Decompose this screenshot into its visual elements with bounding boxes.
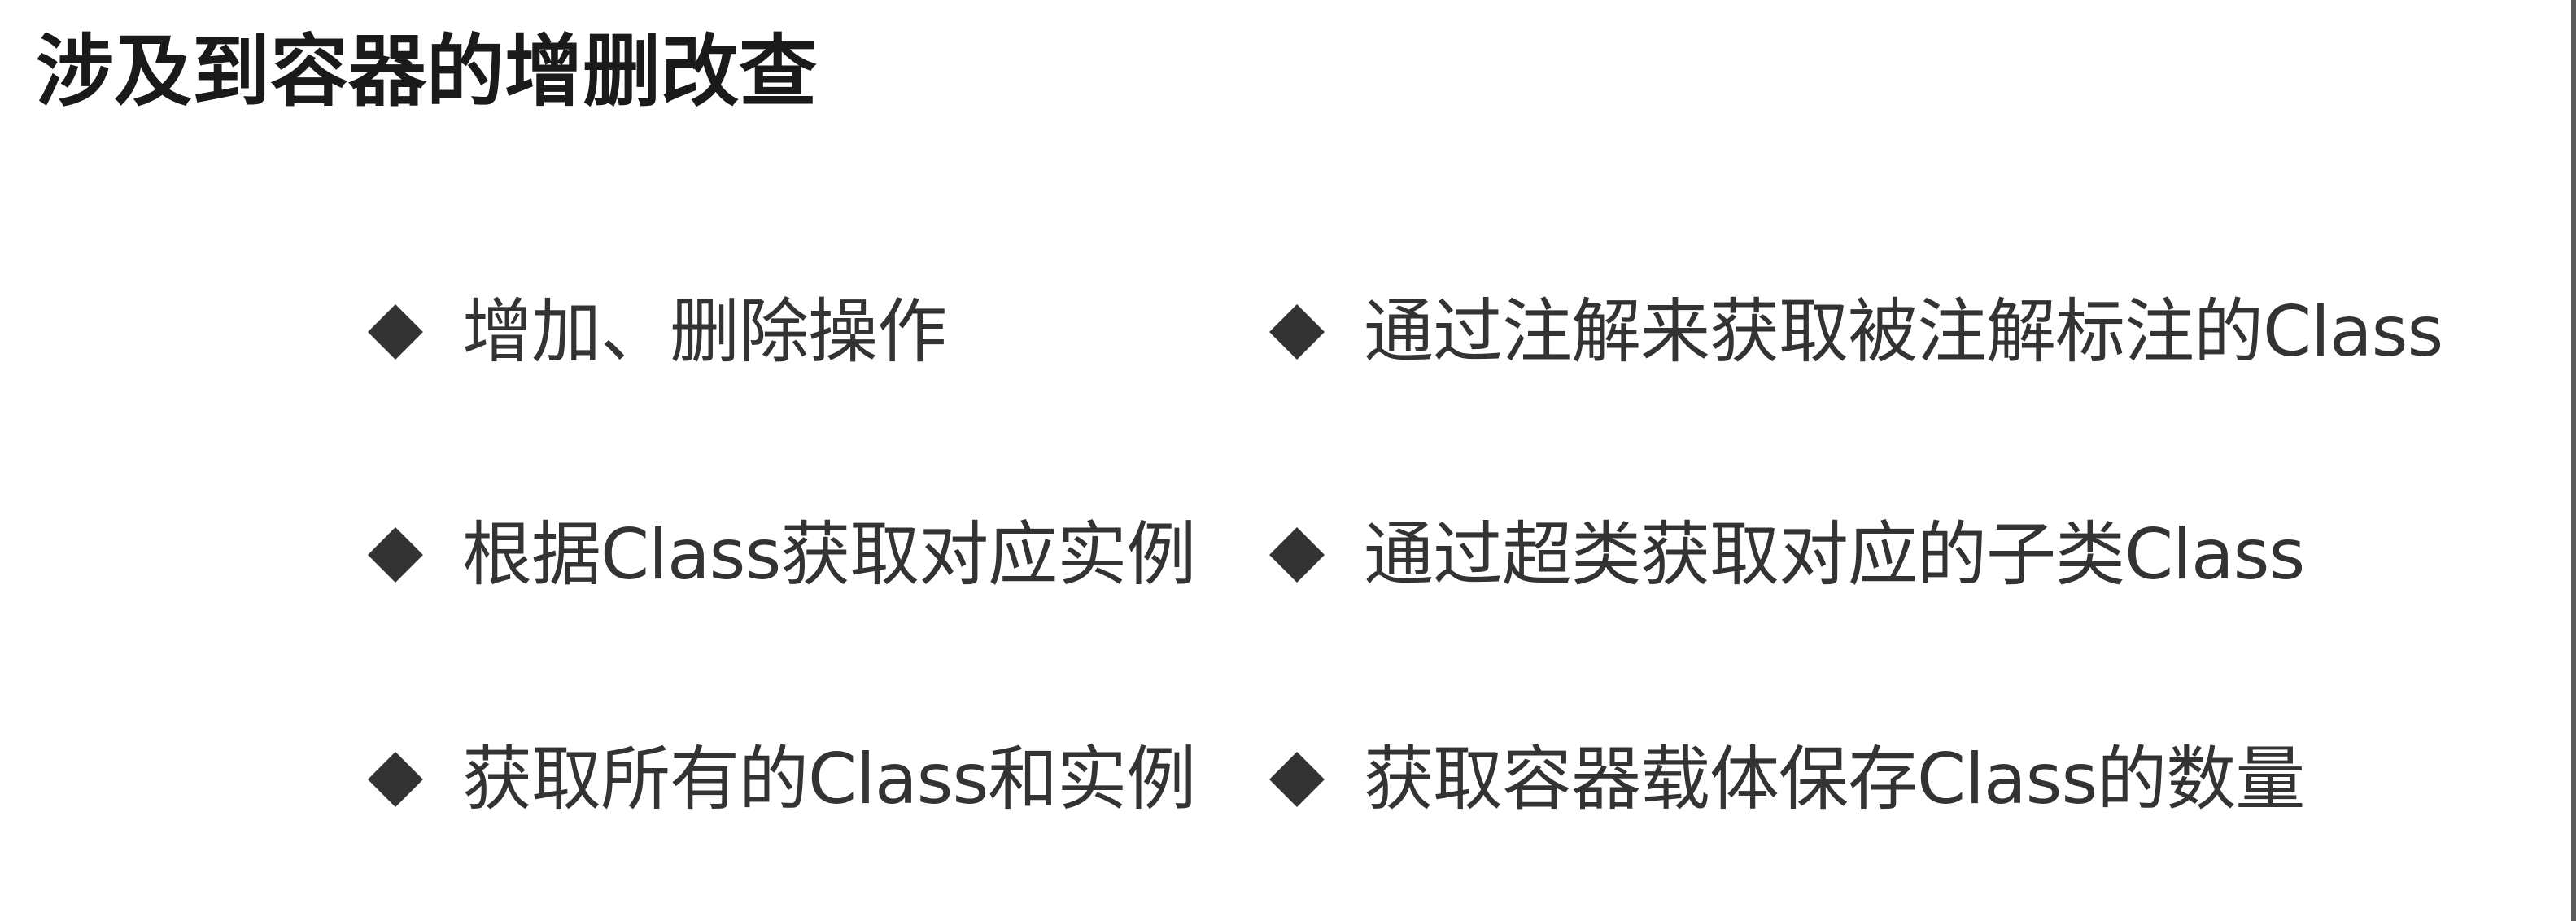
bullet-item: 获取所有的Class和实例 — [365, 731, 1196, 828]
bullet-text: 通过注解来获取被注解标注的Class — [1364, 291, 2443, 373]
bullet-text: 增加、删除操作 — [462, 291, 947, 373]
diamond-bullet-icon — [1269, 752, 1325, 807]
bullet-text: 根据Class获取对应实例 — [462, 514, 1196, 596]
bullet-item: 获取容器载体保存Class的数量 — [1266, 731, 2305, 828]
diamond-bullet-icon — [368, 752, 423, 807]
bullet-list: 增加、删除操作 根据Class获取对应实例 获取所有的Class和实例 通过注解… — [0, 0, 2576, 921]
right-edge-divider — [2571, 0, 2576, 921]
bullet-item: 通过超类获取对应的子类Class — [1266, 506, 2305, 604]
bullet-text: 通过超类获取对应的子类Class — [1364, 514, 2305, 596]
bullet-text: 获取容器载体保存Class的数量 — [1364, 739, 2305, 820]
bullet-item: 通过注解来获取被注解标注的Class — [1266, 283, 2443, 381]
diamond-bullet-icon — [1269, 527, 1325, 583]
bullet-text: 获取所有的Class和实例 — [462, 739, 1196, 820]
bullet-item: 根据Class获取对应实例 — [365, 506, 1196, 604]
bullet-item: 增加、删除操作 — [365, 283, 947, 381]
diamond-bullet-icon — [368, 304, 423, 360]
diamond-bullet-icon — [368, 527, 423, 583]
diamond-bullet-icon — [1269, 304, 1325, 360]
